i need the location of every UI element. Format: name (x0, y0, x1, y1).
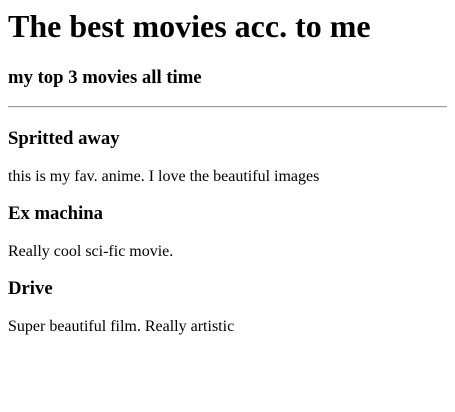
movie-title: Ex machina (8, 203, 104, 224)
movie-item: Spritted away this is my fav. anime. I l… (8, 108, 447, 186)
movie-description: Super beautiful film. Really artistic (8, 318, 235, 335)
movie-item: Drive Super beautiful film. Really artis… (8, 261, 447, 336)
movie-description: Really cool sci-fic movie. (8, 243, 174, 260)
page: The best movies acc. to me my top 3 movi… (0, 0, 455, 412)
movie-title: Spritted away (8, 128, 120, 149)
movie-title: Drive (8, 278, 53, 299)
movie-item: Ex machina Really cool sci-fic movie. (8, 186, 447, 261)
page-title: The best movies acc. to me (8, 8, 371, 44)
movie-description: this is my fav. anime. I love the beauti… (8, 168, 320, 185)
page-subtitle: my top 3 movies all time (8, 67, 202, 88)
